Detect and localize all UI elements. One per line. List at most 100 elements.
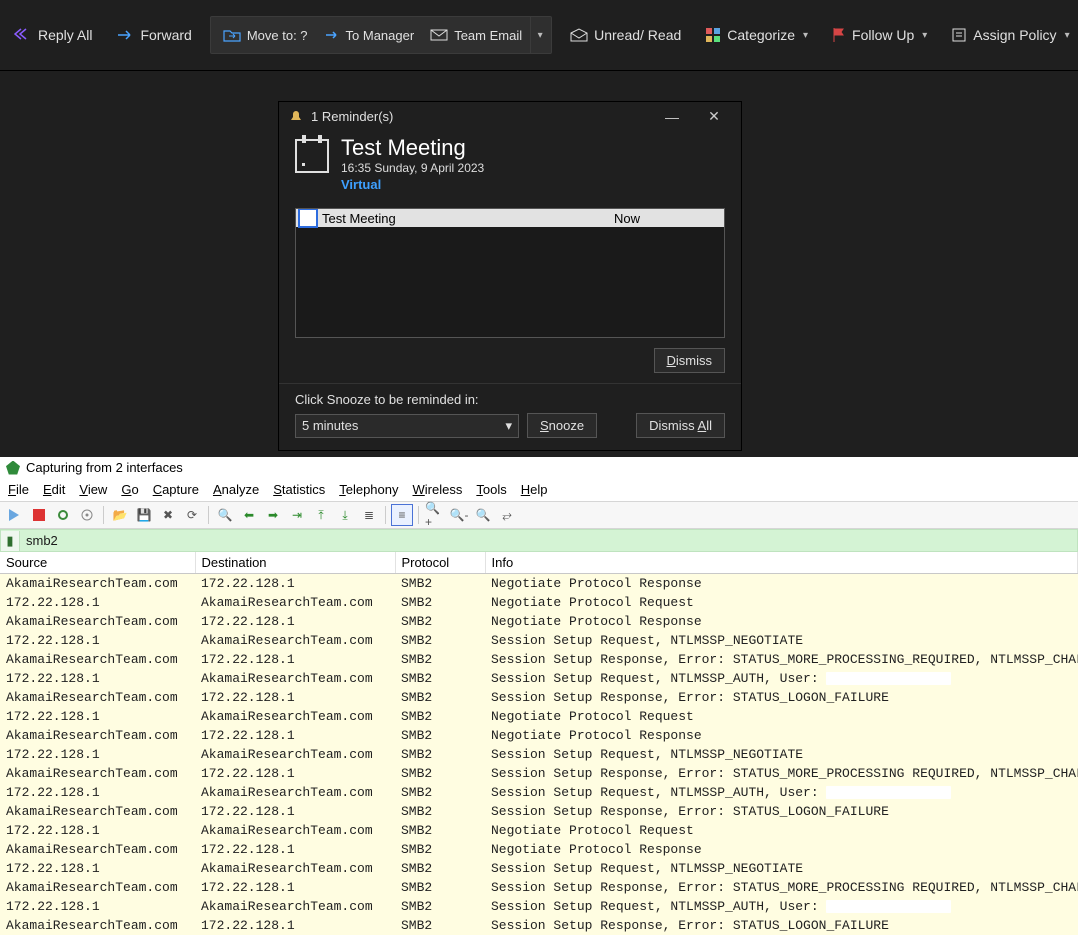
- reload-icon[interactable]: ⟳: [181, 504, 203, 526]
- display-filter-bar: ▮: [0, 529, 1078, 552]
- colorize-icon[interactable]: ≡: [391, 504, 413, 526]
- col-protocol[interactable]: Protocol: [395, 552, 485, 574]
- zoom-reset-icon[interactable]: 🔍: [472, 504, 494, 526]
- move-folder-icon: [223, 28, 241, 42]
- menu-capture[interactable]: Capture: [153, 482, 199, 497]
- find-packet-icon[interactable]: 🔍: [214, 504, 236, 526]
- envelope-open-icon: [570, 28, 588, 42]
- categorize-icon: [705, 27, 721, 43]
- auto-scroll-icon[interactable]: ≣: [358, 504, 380, 526]
- go-to-packet-icon[interactable]: ⇥: [286, 504, 308, 526]
- assign-policy-button[interactable]: Assign Policy ▾: [945, 21, 1075, 49]
- flag-icon: [832, 27, 846, 43]
- col-destination[interactable]: Destination: [195, 552, 395, 574]
- save-file-icon[interactable]: 💾: [133, 504, 155, 526]
- wireshark-window: Capturing from 2 interfaces File Edit Vi…: [0, 457, 1078, 935]
- cell-info: Session Setup Response, Error: STATUS_MO…: [485, 764, 1078, 783]
- dismiss-all-button[interactable]: Dismiss All: [636, 413, 725, 438]
- reply-all-button[interactable]: Reply All: [8, 21, 98, 49]
- forward-button[interactable]: Forward: [110, 21, 197, 49]
- reminder-titlebar[interactable]: 1 Reminder(s) — ✕: [279, 102, 741, 131]
- packet-row[interactable]: AkamaiResearchTeam.com172.22.128.1SMB2Se…: [0, 688, 1078, 707]
- cell-destination: 172.22.128.1: [195, 612, 395, 631]
- packet-row[interactable]: 172.22.128.1AkamaiResearchTeam.comSMB2Se…: [0, 859, 1078, 878]
- chevron-down-icon: ▾: [922, 30, 927, 41]
- menu-telephony[interactable]: Telephony: [339, 482, 398, 497]
- reminder-item-label: Test Meeting: [320, 211, 614, 226]
- open-file-icon[interactable]: 📂: [109, 504, 131, 526]
- cell-protocol: SMB2: [395, 707, 485, 726]
- close-button[interactable]: ✕: [697, 108, 731, 125]
- quick-steps-dropdown[interactable]: ▾: [530, 17, 547, 53]
- packet-row[interactable]: 172.22.128.1AkamaiResearchTeam.comSMB2Se…: [0, 631, 1078, 650]
- packet-row[interactable]: 172.22.128.1AkamaiResearchTeam.comSMB2Se…: [0, 669, 1078, 688]
- reminder-meeting-title: Test Meeting: [341, 135, 484, 161]
- categorize-button[interactable]: Categorize ▾: [699, 21, 814, 49]
- snooze-button[interactable]: Snooze: [527, 413, 597, 438]
- packet-row[interactable]: AkamaiResearchTeam.com172.22.128.1SMB2Ne…: [0, 574, 1078, 594]
- unread-read-button[interactable]: Unread/ Read: [564, 21, 687, 49]
- menu-file[interactable]: File: [8, 482, 29, 497]
- packet-row[interactable]: AkamaiResearchTeam.com172.22.128.1SMB2Ne…: [0, 726, 1078, 745]
- filter-bookmark-icon[interactable]: ▮: [1, 531, 20, 551]
- col-source[interactable]: Source: [0, 552, 195, 574]
- minimize-button[interactable]: —: [655, 109, 689, 125]
- close-file-icon[interactable]: ✖: [157, 504, 179, 526]
- stop-capture-icon[interactable]: [28, 504, 50, 526]
- reminder-location[interactable]: Virtual: [341, 177, 484, 192]
- go-back-icon[interactable]: ⬅: [238, 504, 260, 526]
- packet-row[interactable]: 172.22.128.1AkamaiResearchTeam.comSMB2Se…: [0, 783, 1078, 802]
- packet-row[interactable]: 172.22.128.1AkamaiResearchTeam.comSMB2Ne…: [0, 707, 1078, 726]
- cell-info: Negotiate Protocol Request: [485, 821, 1078, 840]
- packet-list-header[interactable]: Source Destination Protocol Info: [0, 552, 1078, 574]
- packet-row[interactable]: AkamaiResearchTeam.com172.22.128.1SMB2Se…: [0, 878, 1078, 897]
- go-first-icon[interactable]: ⤒: [310, 504, 332, 526]
- packet-row[interactable]: 172.22.128.1AkamaiResearchTeam.comSMB2Se…: [0, 745, 1078, 764]
- team-email-button[interactable]: Team Email: [422, 24, 530, 47]
- to-manager-button[interactable]: To Manager: [316, 24, 423, 47]
- packet-row[interactable]: AkamaiResearchTeam.com172.22.128.1SMB2Se…: [0, 764, 1078, 783]
- cell-info: Session Setup Request, NTLMSSP_NEGOTIATE: [485, 631, 1078, 650]
- reminder-list-item[interactable]: Test Meeting Now: [296, 209, 724, 227]
- menu-tools[interactable]: Tools: [476, 482, 506, 497]
- capture-options-icon[interactable]: [76, 504, 98, 526]
- follow-up-button[interactable]: Follow Up ▾: [826, 21, 933, 49]
- reminder-actions: Dismiss: [279, 338, 741, 383]
- start-capture-icon[interactable]: [4, 504, 26, 526]
- packet-row[interactable]: AkamaiResearchTeam.com172.22.128.1SMB2Se…: [0, 650, 1078, 669]
- packet-row[interactable]: AkamaiResearchTeam.com172.22.128.1SMB2Ne…: [0, 612, 1078, 631]
- zoom-out-icon[interactable]: 🔍-: [448, 504, 470, 526]
- wireshark-titlebar: Capturing from 2 interfaces: [0, 457, 1078, 478]
- menu-edit[interactable]: Edit: [43, 482, 65, 497]
- menu-statistics[interactable]: Statistics: [273, 482, 325, 497]
- cell-source: 172.22.128.1: [0, 631, 195, 650]
- menu-help[interactable]: Help: [521, 482, 548, 497]
- packet-row[interactable]: AkamaiResearchTeam.com172.22.128.1SMB2Se…: [0, 802, 1078, 821]
- menu-go[interactable]: Go: [121, 482, 138, 497]
- menu-view[interactable]: View: [79, 482, 107, 497]
- menu-wireless[interactable]: Wireless: [413, 482, 463, 497]
- col-info[interactable]: Info: [485, 552, 1078, 574]
- packet-row[interactable]: 172.22.128.1AkamaiResearchTeam.comSMB2Ne…: [0, 821, 1078, 840]
- packet-row[interactable]: AkamaiResearchTeam.com172.22.128.1SMB2Ne…: [0, 840, 1078, 859]
- go-forward-icon[interactable]: ➡: [262, 504, 284, 526]
- cell-protocol: SMB2: [395, 764, 485, 783]
- reminder-snooze-area: Click Snooze to be reminded in: 5 minute…: [279, 383, 741, 450]
- reminder-list[interactable]: Test Meeting Now: [295, 208, 725, 338]
- cell-source: AkamaiResearchTeam.com: [0, 916, 195, 935]
- go-last-icon[interactable]: ⤓: [334, 504, 356, 526]
- menu-analyze[interactable]: Analyze: [213, 482, 259, 497]
- restart-capture-icon[interactable]: [52, 504, 74, 526]
- cell-destination: 172.22.128.1: [195, 574, 395, 594]
- display-filter-input[interactable]: [20, 530, 1077, 551]
- forward-arrow-icon: [116, 29, 134, 41]
- zoom-in-icon[interactable]: 🔍+: [424, 504, 446, 526]
- packet-row[interactable]: AkamaiResearchTeam.com172.22.128.1SMB2Se…: [0, 916, 1078, 935]
- dismiss-button[interactable]: Dismiss: [654, 348, 726, 373]
- move-to-button[interactable]: Move to: ?: [215, 24, 316, 47]
- packet-row[interactable]: 172.22.128.1AkamaiResearchTeam.comSMB2Ne…: [0, 593, 1078, 612]
- cell-protocol: SMB2: [395, 593, 485, 612]
- resize-columns-icon[interactable]: ⥂: [496, 504, 518, 526]
- cell-destination: 172.22.128.1: [195, 726, 395, 745]
- snooze-interval-select[interactable]: 5 minutes ▾: [295, 414, 519, 438]
